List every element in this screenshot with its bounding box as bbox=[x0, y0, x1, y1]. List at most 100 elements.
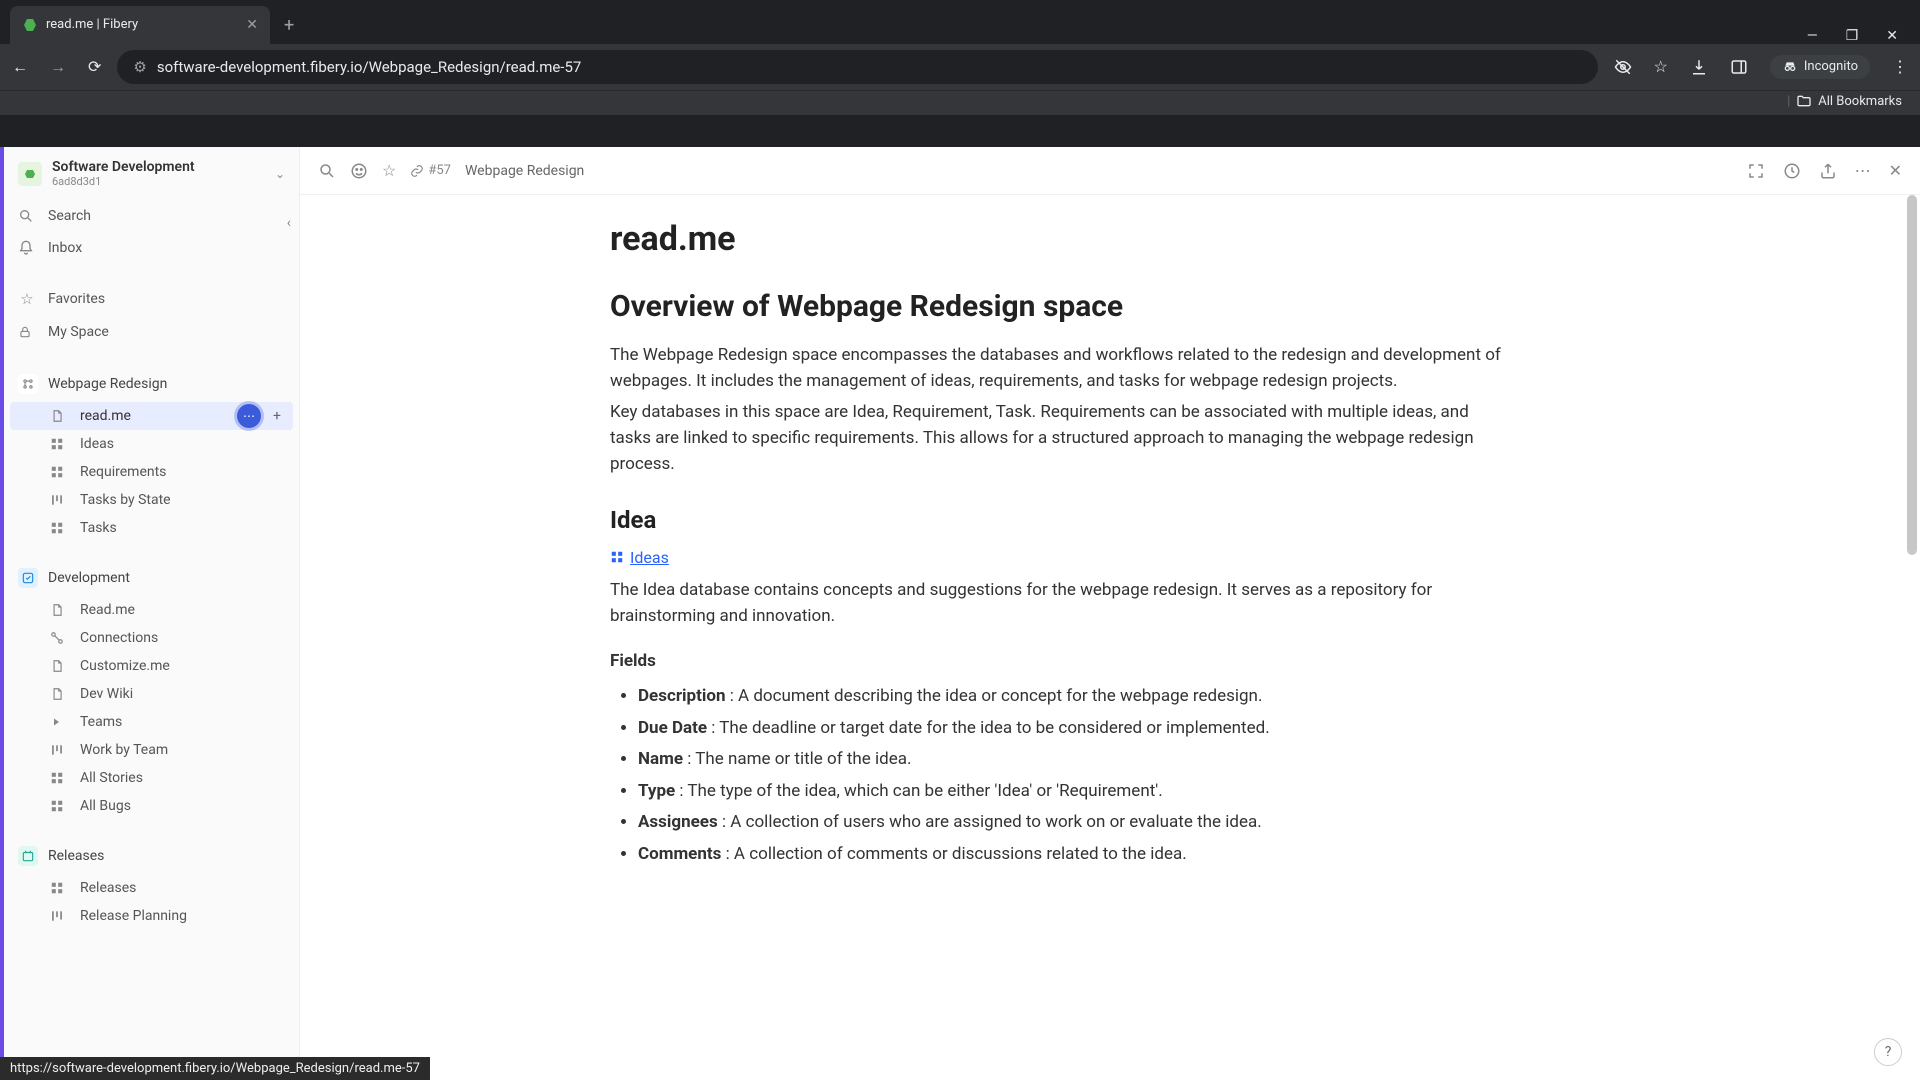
sidebar-item-ideas[interactable]: Ideas bbox=[4, 430, 299, 458]
sidebar-favorites[interactable]: ☆ Favorites bbox=[4, 282, 299, 316]
sidebar-item-tasks-by-state[interactable]: Tasks by State bbox=[4, 486, 299, 514]
page-toolbar: ☆ #57 Webpage Redesign ⋯ ✕ bbox=[300, 147, 1920, 195]
sidebar-item-read-me[interactable]: Read.me bbox=[4, 596, 299, 624]
sidebar-item-releases[interactable]: Releases bbox=[4, 874, 299, 902]
overview-para-2: Key databases in this space are Idea, Re… bbox=[610, 399, 1510, 478]
grid-icon bbox=[50, 465, 68, 479]
idea-heading: Idea bbox=[610, 506, 1510, 534]
new-tab-button[interactable]: + bbox=[270, 7, 308, 44]
favorite-icon[interactable]: ☆ bbox=[382, 161, 396, 180]
field-item: Type : The type of the idea, which can b… bbox=[638, 776, 1510, 807]
doc-icon bbox=[50, 603, 68, 617]
doc-linknum[interactable]: #57 bbox=[410, 163, 451, 178]
sidebar-item-all-bugs[interactable]: All Bugs bbox=[4, 792, 299, 820]
status-bar: https://software-development.fibery.io/W… bbox=[0, 1057, 430, 1080]
sidebar-item-dev-wiki[interactable]: Dev Wiki bbox=[4, 680, 299, 708]
caret-icon bbox=[50, 716, 68, 728]
download-icon[interactable] bbox=[1690, 58, 1708, 76]
reload-icon[interactable]: ⟳ bbox=[88, 57, 101, 76]
sidebar-space-releases[interactable]: Releases bbox=[4, 838, 299, 874]
space-icon bbox=[18, 568, 38, 588]
star-icon[interactable]: ☆ bbox=[1654, 57, 1668, 76]
grid-icon bbox=[50, 521, 68, 535]
sidebar-item-read-me[interactable]: read.me⋯+ bbox=[10, 402, 293, 430]
board-icon bbox=[50, 743, 68, 757]
search-icon bbox=[18, 208, 36, 224]
close-icon[interactable]: ✕ bbox=[246, 17, 258, 33]
workspace-name: Software Development bbox=[52, 159, 265, 175]
sidebar-my-space[interactable]: My Space bbox=[4, 316, 299, 348]
browser-tab[interactable]: read.me | Fibery ✕ bbox=[10, 6, 270, 44]
all-bookmarks-link[interactable]: All Bookmarks bbox=[1818, 94, 1902, 109]
page-title: read.me bbox=[610, 219, 1510, 259]
sidebar-space-development[interactable]: Development bbox=[4, 560, 299, 596]
board-icon bbox=[50, 493, 68, 507]
workspace-id: 6ad8d3d1 bbox=[52, 175, 265, 188]
star-outline-icon: ☆ bbox=[18, 290, 36, 308]
chevron-down-icon[interactable]: ⌄ bbox=[275, 167, 285, 181]
share-icon[interactable] bbox=[1819, 162, 1837, 180]
sidebar-item-connections[interactable]: Connections bbox=[4, 624, 299, 652]
menu-icon[interactable]: ⋮ bbox=[1892, 57, 1908, 76]
fields-label: Fields bbox=[610, 651, 1510, 671]
field-item: Comments : A collection of comments or d… bbox=[638, 839, 1510, 870]
address-bar[interactable]: ⚙ software-development.fibery.io/Webpage… bbox=[117, 50, 1597, 84]
incognito-badge[interactable]: Incognito bbox=[1770, 55, 1870, 79]
forward-icon[interactable]: → bbox=[50, 57, 66, 77]
emoji-icon[interactable] bbox=[350, 162, 368, 180]
ideas-link[interactable]: Ideas bbox=[610, 548, 669, 567]
sidebar-item-customize-me[interactable]: Customize.me bbox=[4, 652, 299, 680]
doc-icon bbox=[50, 687, 68, 701]
board-icon bbox=[50, 909, 68, 923]
back-icon[interactable]: ← bbox=[12, 57, 28, 77]
doc-icon bbox=[50, 659, 68, 673]
sidebar-search[interactable]: Search bbox=[4, 200, 299, 232]
grid-icon bbox=[610, 550, 624, 564]
sidebar-item-work-by-team[interactable]: Work by Team bbox=[4, 736, 299, 764]
workspace-switcher[interactable]: Software Development 6ad8d3d1 ⌄ bbox=[4, 147, 299, 200]
item-actions-badge[interactable]: ⋯ bbox=[237, 404, 261, 428]
help-button[interactable]: ? bbox=[1874, 1038, 1902, 1066]
window-close-icon[interactable]: ✕ bbox=[1886, 28, 1898, 44]
scrollbar[interactable] bbox=[1906, 195, 1918, 1080]
breadcrumb[interactable]: Webpage Redesign bbox=[465, 163, 584, 179]
sidebar-item-release-planning[interactable]: Release Planning bbox=[4, 902, 299, 930]
overview-para-1: The Webpage Redesign space encompasses t… bbox=[610, 342, 1510, 395]
lock-icon bbox=[18, 325, 36, 339]
field-item: Due Date : The deadline or target date f… bbox=[638, 713, 1510, 744]
search-page-icon[interactable] bbox=[318, 162, 336, 180]
folder-icon bbox=[1796, 93, 1812, 109]
eye-off-icon[interactable] bbox=[1614, 58, 1632, 76]
collapse-sidebar-icon[interactable]: ‹ bbox=[287, 215, 291, 231]
space-icon bbox=[18, 374, 38, 394]
more-icon[interactable]: ⋯ bbox=[1855, 161, 1871, 180]
add-icon[interactable]: + bbox=[273, 408, 281, 424]
panel-icon[interactable] bbox=[1730, 58, 1748, 76]
expand-icon[interactable] bbox=[1747, 162, 1765, 180]
sidebar-inbox[interactable]: Inbox bbox=[4, 232, 299, 264]
site-info-icon[interactable]: ⚙ bbox=[133, 58, 146, 76]
sidebar-item-tasks[interactable]: Tasks bbox=[4, 514, 299, 542]
sidebar-item-all-stories[interactable]: All Stories bbox=[4, 764, 299, 792]
overview-heading: Overview of Webpage Redesign space bbox=[610, 289, 1510, 324]
sidebar-space-webpage-redesign[interactable]: Webpage Redesign bbox=[4, 366, 299, 402]
url-text: software-development.fibery.io/Webpage_R… bbox=[157, 58, 581, 76]
scrollbar-thumb[interactable] bbox=[1907, 195, 1917, 555]
maximize-icon[interactable]: ❐ bbox=[1846, 28, 1859, 44]
bell-icon bbox=[18, 240, 36, 256]
grid-icon bbox=[50, 771, 68, 785]
minimize-icon[interactable]: — bbox=[1807, 28, 1818, 44]
idea-desc: The Idea database contains concepts and … bbox=[610, 577, 1510, 630]
sidebar-item-teams[interactable]: Teams bbox=[4, 708, 299, 736]
close-page-icon[interactable]: ✕ bbox=[1889, 161, 1902, 180]
doc-icon bbox=[50, 409, 68, 423]
history-icon[interactable] bbox=[1783, 162, 1801, 180]
connections-icon bbox=[50, 631, 68, 645]
tab-title: read.me | Fibery bbox=[46, 17, 138, 32]
grid-icon bbox=[50, 799, 68, 813]
space-icon bbox=[18, 846, 38, 866]
sidebar-item-requirements[interactable]: Requirements bbox=[4, 458, 299, 486]
grid-icon bbox=[50, 437, 68, 451]
link-icon bbox=[410, 164, 424, 178]
tab-favicon bbox=[22, 17, 38, 33]
